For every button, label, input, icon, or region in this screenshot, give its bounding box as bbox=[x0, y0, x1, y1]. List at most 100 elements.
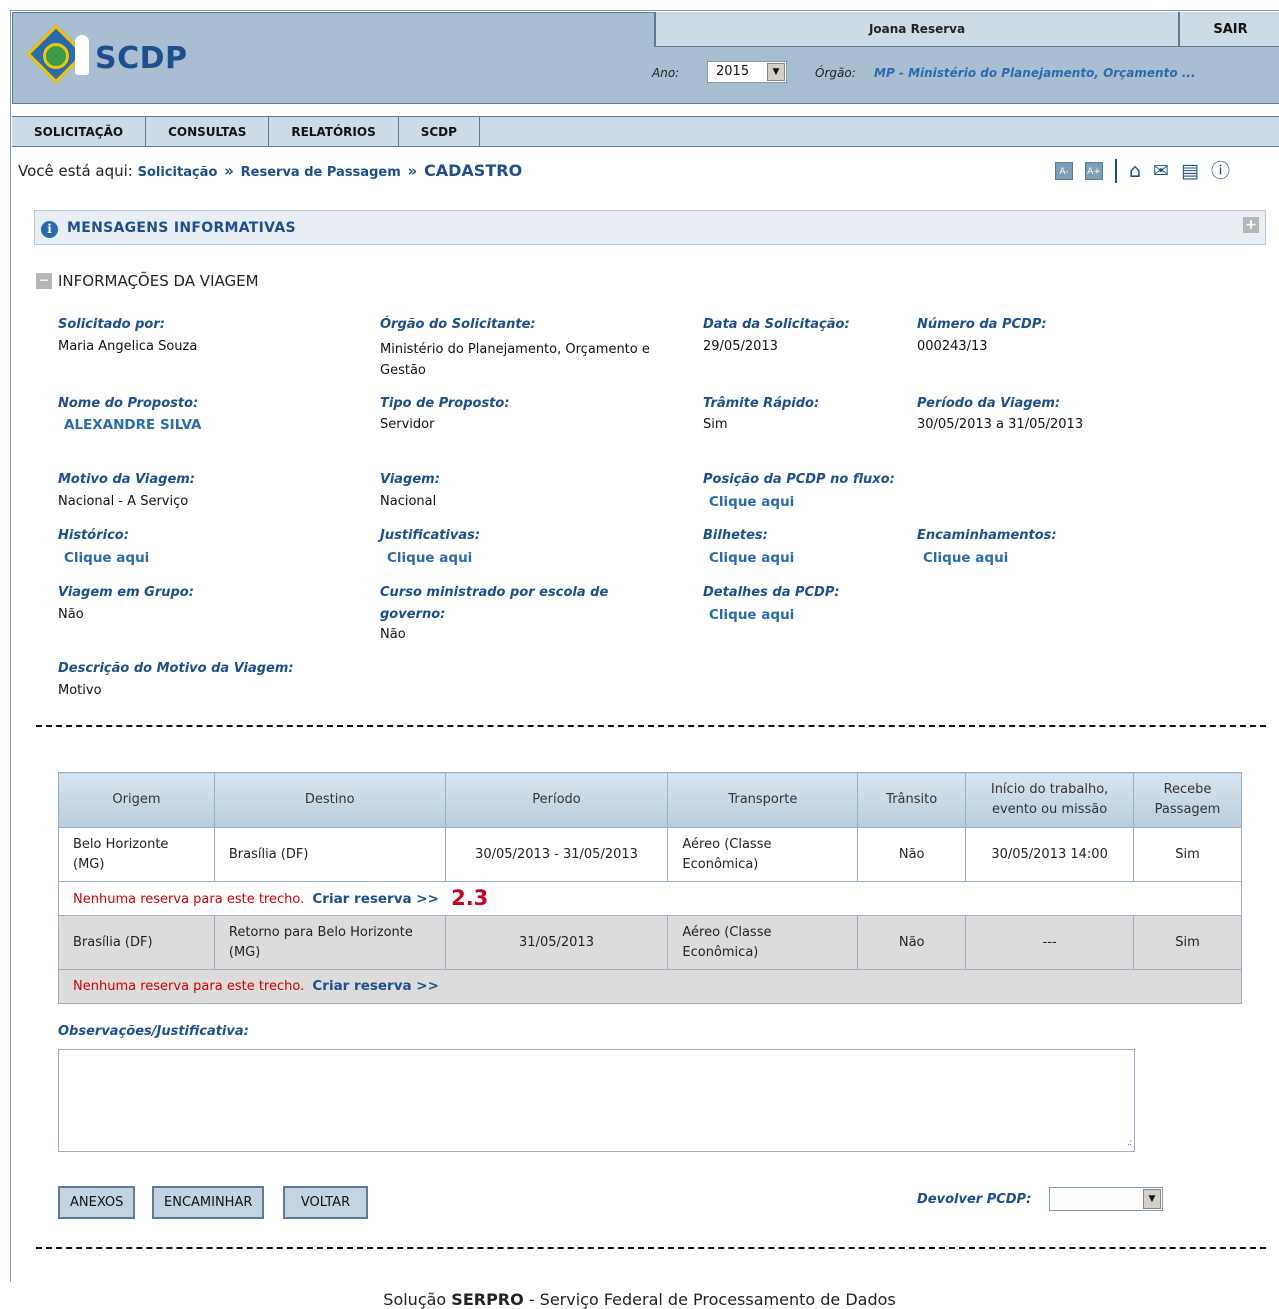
footer-prefix: Solução bbox=[383, 1290, 447, 1309]
cell-transporte: Aéreo (Classe Econômica) bbox=[667, 827, 859, 882]
col-header-origem: Origem bbox=[58, 772, 215, 828]
viagem-label: Viagem: bbox=[380, 472, 440, 487]
encaminhamentos-link[interactable]: Clique aqui bbox=[923, 550, 1008, 566]
cell-periodo: 31/05/2013 bbox=[444, 915, 669, 970]
trip-info-header[interactable]: − INFORMAÇÕES DA VIAGEM bbox=[36, 272, 259, 290]
breadcrumb-item-reserva[interactable]: Reserva de Passagem bbox=[241, 165, 401, 180]
menu-item-consultas[interactable]: CONSULTAS bbox=[146, 117, 270, 146]
ano-label: Ano: bbox=[652, 66, 680, 80]
observacoes-label: Observações/Justificativa: bbox=[58, 1024, 249, 1039]
no-reservation-text: Nenhuma reserva para este trecho. bbox=[73, 891, 305, 907]
mail-icon[interactable]: ✉ bbox=[1153, 161, 1169, 181]
create-reservation-link[interactable]: Criar reserva >> bbox=[312, 978, 439, 994]
anexos-button[interactable]: ANEXOS bbox=[58, 1186, 136, 1219]
cell-recebe: Sim bbox=[1133, 915, 1242, 970]
scdp-logo[interactable]: SCDP bbox=[26, 24, 188, 89]
toolbar-icons: A- A+ ⌂ ✉ ▤ ⓘ bbox=[1055, 159, 1230, 183]
cell-inicio: --- bbox=[965, 915, 1135, 970]
menu-item-solicitacao[interactable]: SOLICITAÇÃO bbox=[12, 117, 147, 146]
orgao-value[interactable]: MP - Ministério do Planejamento, Orçamen… bbox=[874, 66, 1195, 80]
encaminhamentos-label: Encaminhamentos: bbox=[917, 528, 1057, 543]
no-reservation-text: Nenhuma reserva para este trecho. bbox=[73, 979, 305, 994]
solicitado-por-value: Maria Angelica Souza bbox=[58, 339, 198, 354]
historico-link[interactable]: Clique aqui bbox=[64, 550, 149, 566]
font-increase-button[interactable]: A+ bbox=[1085, 162, 1103, 180]
justificativas-label: Justificativas: bbox=[380, 528, 481, 543]
reservation-note-cell: Nenhuma reserva para este trecho. Criar … bbox=[58, 969, 1242, 1004]
trechos-table: Origem Destino Período Transporte Trânsi… bbox=[58, 772, 1242, 1004]
menu-item-relatorios[interactable]: RELATÓRIOS bbox=[269, 117, 399, 146]
devolver-pcdp-label: Devolver PCDP: bbox=[917, 1192, 1032, 1207]
justificativas-link[interactable]: Clique aqui bbox=[387, 550, 472, 566]
step-annotation: 2.3 bbox=[451, 885, 489, 910]
descricao-motivo-label: Descrição do Motivo da Viagem: bbox=[58, 661, 294, 676]
nome-proposto-label: Nome do Proposto: bbox=[58, 396, 199, 411]
divider bbox=[1115, 159, 1117, 183]
descricao-motivo-value: Motivo bbox=[58, 683, 102, 698]
expand-icon[interactable]: + bbox=[1243, 217, 1259, 233]
tipo-proposto-label: Tipo de Proposto: bbox=[380, 396, 510, 411]
chevron-down-icon[interactable]: ▼ bbox=[767, 63, 785, 81]
breadcrumb-item-solicitacao[interactable]: Solicitação bbox=[138, 165, 218, 180]
chevron-down-icon[interactable]: ▼ bbox=[1143, 1189, 1161, 1209]
main-menu: SOLICITAÇÃO CONSULTAS RELATÓRIOS SCDP bbox=[12, 116, 1279, 147]
breadcrumb: Você está aqui: Solicitação » Reserva de… bbox=[18, 161, 522, 180]
voltar-button[interactable]: VOLTAR bbox=[283, 1186, 368, 1219]
chat-icon[interactable]: ▤ bbox=[1181, 161, 1199, 181]
tramite-rapido-label: Trâmite Rápido: bbox=[703, 396, 820, 411]
detalhes-pcdp-link[interactable]: Clique aqui bbox=[709, 607, 794, 623]
user-bar: Joana Reserva SAIR bbox=[654, 12, 1279, 47]
col-header-recebe: Recebe Passagem bbox=[1133, 772, 1242, 828]
create-reservation-link[interactable]: Criar reserva >> bbox=[312, 891, 439, 907]
divider bbox=[36, 725, 1266, 727]
posicao-pcdp-link[interactable]: Clique aqui bbox=[709, 494, 794, 510]
divider bbox=[36, 1247, 1266, 1249]
info-icon: i bbox=[41, 221, 58, 238]
bilhetes-link[interactable]: Clique aqui bbox=[709, 550, 794, 566]
table-row: Belo Horizonte (MG) Brasília (DF) 30/05/… bbox=[58, 827, 1242, 882]
motivo-viagem-value: Nacional - A Serviço bbox=[58, 494, 189, 509]
motivo-viagem-label: Motivo da Viagem: bbox=[58, 472, 196, 487]
breadcrumb-separator-icon: » bbox=[224, 162, 234, 180]
orgao-label: Órgão: bbox=[815, 66, 856, 80]
table-row: Brasília (DF) Retorno para Belo Horizont… bbox=[58, 915, 1242, 970]
breadcrumb-separator-icon: » bbox=[407, 162, 418, 180]
messages-title: MENSAGENS INFORMATIVAS bbox=[67, 220, 296, 236]
table-note-row: Nenhuma reserva para este trecho. Criar … bbox=[58, 969, 1242, 1004]
curso-ministrado-label-2: governo: bbox=[380, 607, 446, 622]
font-decrease-button[interactable]: A- bbox=[1055, 162, 1073, 180]
logout-button[interactable]: SAIR bbox=[1178, 12, 1279, 46]
cell-origem: Brasília (DF) bbox=[58, 915, 215, 970]
devolver-pcdp-select[interactable]: ▼ bbox=[1049, 1187, 1163, 1211]
cell-origem: Belo Horizonte (MG) bbox=[58, 827, 215, 882]
ano-select[interactable]: 2015 ▼ bbox=[707, 61, 787, 83]
bilhetes-label: Bilhetes: bbox=[703, 528, 768, 543]
help-icon[interactable]: ⓘ bbox=[1211, 161, 1230, 181]
collapse-icon[interactable]: − bbox=[36, 273, 52, 289]
cell-destino: Retorno para Belo Horizonte (MG) bbox=[213, 915, 446, 970]
logo-icon bbox=[26, 24, 91, 89]
data-solicitacao-value: 29/05/2013 bbox=[703, 339, 778, 354]
periodo-viagem-value: 30/05/2013 a 31/05/2013 bbox=[917, 417, 1084, 432]
ano-value: 2015 bbox=[716, 64, 750, 79]
home-icon[interactable]: ⌂ bbox=[1129, 161, 1141, 181]
footer-brand[interactable]: SERPRO bbox=[451, 1290, 523, 1309]
cell-transito: Não bbox=[857, 827, 967, 882]
tramite-rapido-value: Sim bbox=[703, 417, 728, 432]
orgao-solicitante-value: Ministério do Planejamento, Orçamento e … bbox=[380, 342, 650, 378]
table-note-row: Nenhuma reserva para este trecho. Criar … bbox=[58, 881, 1242, 916]
messages-bar[interactable]: i MENSAGENS INFORMATIVAS + bbox=[34, 210, 1266, 245]
resize-handle-icon[interactable]: .: bbox=[1127, 1138, 1132, 1148]
col-header-periodo: Período bbox=[444, 772, 669, 828]
col-header-transporte: Transporte bbox=[667, 772, 859, 828]
viagem-grupo-value: Não bbox=[58, 607, 84, 622]
menu-item-scdp[interactable]: SCDP bbox=[399, 117, 480, 146]
periodo-viagem-label: Período da Viagem: bbox=[917, 396, 1061, 411]
orgao-solicitante-label: Órgão do Solicitante: bbox=[380, 317, 536, 332]
cell-inicio: 30/05/2013 14:00 bbox=[965, 827, 1135, 882]
curso-ministrado-value: Não bbox=[380, 627, 406, 642]
nome-proposto-link[interactable]: ALEXANDRE SILVA bbox=[64, 417, 201, 433]
observacoes-textarea[interactable]: .: bbox=[58, 1049, 1135, 1152]
col-header-destino: Destino bbox=[213, 772, 446, 828]
encaminhar-button[interactable]: ENCAMINHAR bbox=[152, 1186, 265, 1219]
